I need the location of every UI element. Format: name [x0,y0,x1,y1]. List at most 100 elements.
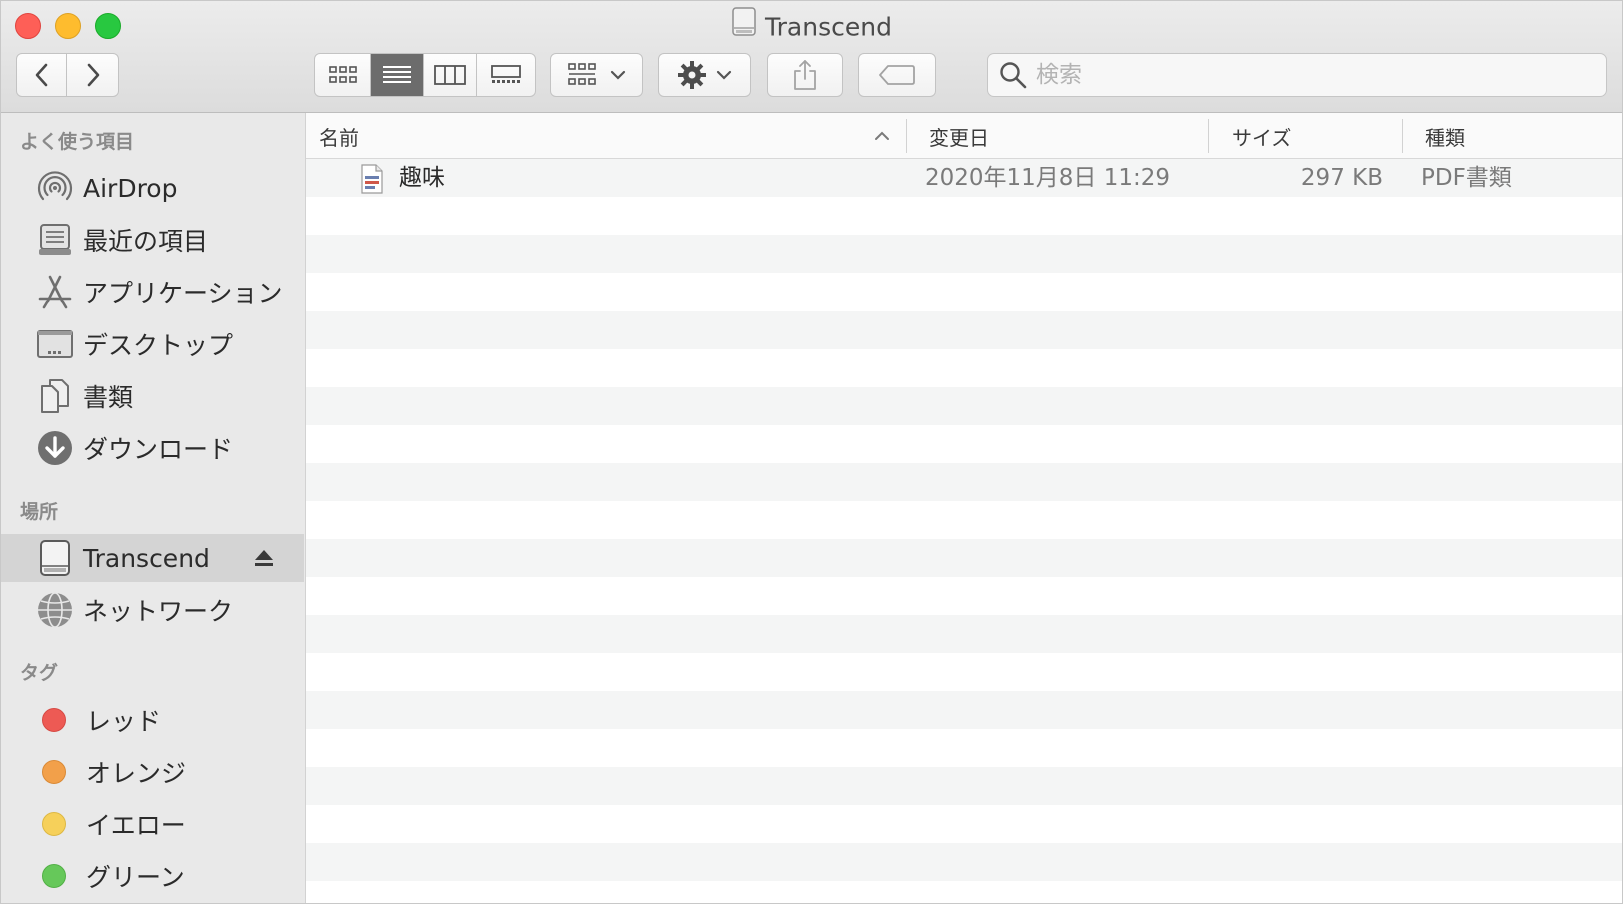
gallery-view-button[interactable] [477,54,535,96]
sidebar-item-label: イエロー [86,811,186,840]
list-view-icon [383,66,411,83]
sidebar-item-label: Transcend [83,543,210,573]
empty-row [306,387,1622,425]
toolbar: Transcend [1,1,1622,113]
sidebar-tag-orange[interactable]: オレンジ [1,748,304,796]
sidebar-heading-favorites: よく使う項目 [20,131,135,153]
external-disk-icon [731,7,757,46]
gallery-view-icon [491,65,521,83]
empty-row [306,425,1622,463]
file-size: 297 KB [1300,165,1383,191]
sidebar-item-downloads[interactable]: ダウンロード [1,424,304,472]
empty-row [306,349,1622,387]
eject-button[interactable] [254,548,274,572]
chevron-down-icon [610,70,625,80]
downloads-icon [35,428,75,468]
empty-row [306,729,1622,767]
file-list: 名前 変更日 サイズ 種類 趣味 2020年11月8日 11:29 297 KB… [306,113,1622,903]
icon-view-button[interactable] [315,54,371,96]
edit-tags-button[interactable] [858,53,936,97]
tag-yellow-dot [42,812,66,836]
sidebar: よく使う項目 AirDrop 最近の項目 アプリケーション デスクトップ 書類 … [1,113,306,903]
empty-row [306,501,1622,539]
empty-row [306,615,1622,653]
desktop-icon [35,324,75,364]
sidebar-item-transcend[interactable]: Transcend [1,534,304,582]
sidebar-item-airdrop[interactable]: AirDrop [1,164,304,212]
applications-icon [35,272,75,312]
airdrop-icon [35,168,75,208]
sidebar-heading-locations: 場所 [20,501,59,523]
empty-row [306,653,1622,691]
tag-orange-dot [42,760,66,784]
column-header-modified[interactable]: 変更日 [929,113,1189,159]
sidebar-item-label: 書類 [83,383,134,412]
column-separator [1208,119,1209,153]
tag-green-dot [42,864,66,888]
empty-row [306,539,1622,577]
search-field[interactable] [987,53,1607,97]
share-button[interactable] [767,53,843,97]
file-kind: PDF書類 [1421,165,1512,191]
sidebar-item-label: アプリケーション [83,279,283,308]
column-separator [1402,119,1403,153]
chevron-down-icon [716,70,731,80]
column-view-button[interactable] [424,54,477,96]
list-view-button[interactable] [371,54,424,96]
empty-row [306,843,1622,881]
search-icon [1000,62,1027,89]
sidebar-item-documents[interactable]: 書類 [1,372,304,420]
sidebar-tag-yellow[interactable]: イエロー [1,800,304,848]
column-header-name-label: 名前 [319,125,359,150]
back-button[interactable] [17,54,68,96]
sidebar-item-desktop[interactable]: デスクトップ [1,320,304,368]
group-by-icon [567,63,596,85]
sidebar-item-label: ネットワーク [83,597,234,626]
gear-icon [677,61,706,89]
sidebar-item-label: レッド [86,707,162,736]
empty-row [306,805,1622,843]
sidebar-item-label: グリーン [86,863,185,892]
table-row[interactable]: 趣味 2020年11月8日 11:29 297 KB PDF書類 [306,159,1622,197]
finder-window: Transcend 検索 よく使う項目 AirDrop 最近の項目 アプリケーシ… [0,0,1623,904]
sidebar-item-recents[interactable]: 最近の項目 [1,216,304,264]
column-header-name[interactable]: 名前 [319,113,899,159]
group-by-button[interactable] [550,53,643,97]
column-header: 名前 変更日 サイズ 種類 [306,113,1622,159]
empty-row [306,881,1622,903]
chevron-left-icon [35,63,47,87]
network-icon [35,590,75,630]
documents-icon [35,376,75,416]
empty-row [306,235,1622,273]
column-header-kind-label: 種類 [1425,125,1465,150]
column-header-kind[interactable]: 種類 [1425,113,1605,159]
window-title: Transcend [765,12,892,42]
file-modified: 2020年11月8日 11:29 [925,165,1171,191]
sidebar-tag-red[interactable]: レッド [1,696,304,744]
forward-button[interactable] [67,54,118,96]
sidebar-item-label: 最近の項目 [83,227,209,256]
action-menu-button[interactable] [658,53,751,97]
search-input[interactable] [1034,61,1598,89]
empty-row [306,767,1622,805]
pdf-file-icon [360,164,384,194]
column-header-size[interactable]: サイズ [1232,113,1392,159]
sidebar-item-applications[interactable]: アプリケーション [1,268,304,316]
sidebar-item-label: AirDrop [83,173,178,203]
empty-row [306,311,1622,349]
sidebar-item-network[interactable]: ネットワーク [1,586,304,634]
sidebar-item-label: デスクトップ [83,331,234,360]
empty-row [306,197,1622,235]
empty-row [306,577,1622,615]
sidebar-heading-tags: タグ [20,662,59,684]
share-icon [794,60,816,90]
sidebar-tag-green[interactable]: グリーン [1,852,304,900]
empty-row [306,273,1622,311]
sidebar-item-label: ダウンロード [83,435,234,464]
eject-icon [255,550,273,566]
empty-row [306,691,1622,729]
column-header-modified-label: 変更日 [929,125,989,150]
external-disk-icon [35,538,75,578]
window-title-area: Transcend [1,7,1622,48]
column-header-size-label: サイズ [1232,125,1292,150]
